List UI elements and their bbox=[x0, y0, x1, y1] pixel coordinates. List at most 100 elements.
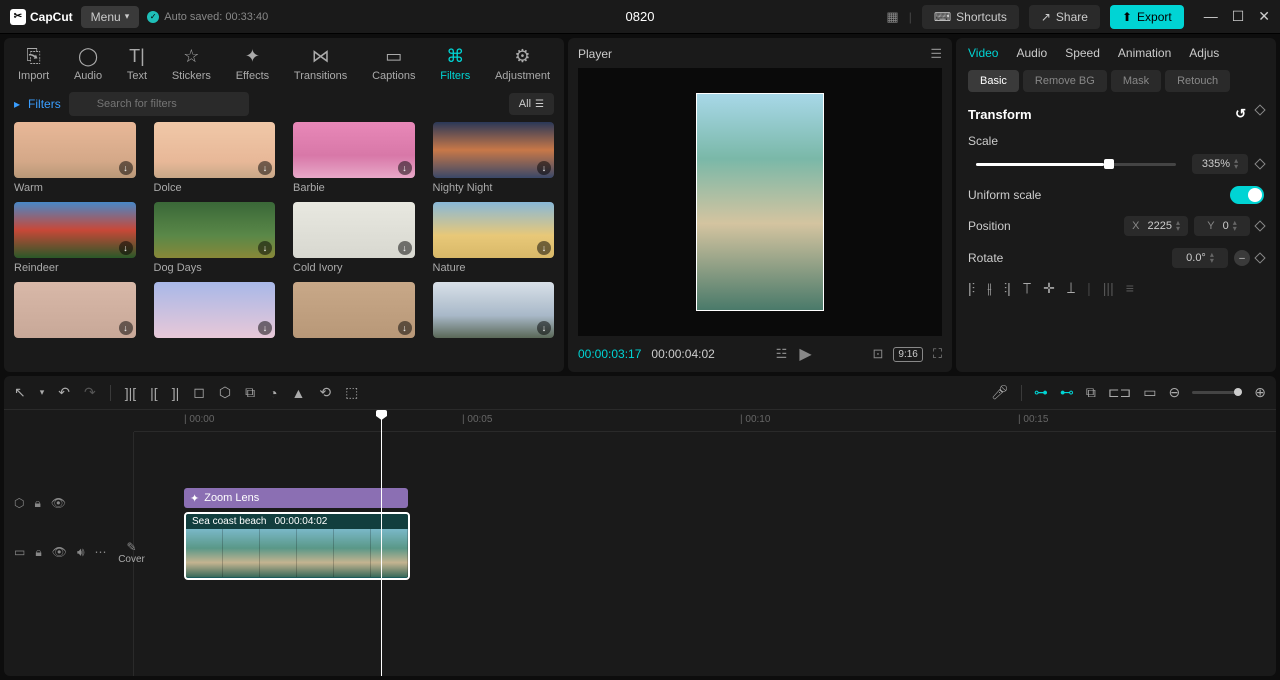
position-y[interactable]: Y0▴▾ bbox=[1194, 216, 1250, 236]
align-top-icon[interactable]: ⟙ bbox=[1023, 280, 1031, 297]
trim-right-icon[interactable]: ]| bbox=[172, 385, 180, 401]
all-filters-button[interactable]: All ☰ bbox=[509, 93, 554, 115]
tab-effects[interactable]: ✦Effects bbox=[232, 46, 273, 82]
download-icon[interactable]: ↓ bbox=[119, 321, 133, 335]
playhead-handle[interactable] bbox=[381, 410, 382, 432]
uniform-scale-toggle[interactable] bbox=[1230, 186, 1264, 204]
distribute-v-icon[interactable]: ≡ bbox=[1126, 280, 1134, 297]
trim-left-icon[interactable]: |[ bbox=[150, 385, 158, 401]
filter-item[interactable]: ↓Cold Ivory bbox=[293, 202, 415, 274]
prop-tab-animation[interactable]: Animation bbox=[1118, 46, 1171, 60]
position-keyframe[interactable] bbox=[1254, 220, 1265, 231]
tab-text[interactable]: T|Text bbox=[123, 46, 151, 82]
speed-icon[interactable]: ◔ bbox=[269, 385, 277, 401]
list-icon[interactable]: ☳ bbox=[776, 346, 788, 362]
filter-item[interactable]: ↓Dog Days bbox=[154, 202, 276, 274]
crop-icon[interactable]: ◻ bbox=[193, 384, 205, 401]
prop-tab-video[interactable]: Video bbox=[968, 46, 998, 60]
layout-icon[interactable]: ▦ bbox=[886, 9, 898, 25]
filter-item[interactable]: ↓ bbox=[293, 282, 415, 338]
align-center-v-icon[interactable]: ✛ bbox=[1043, 280, 1055, 297]
playhead-line[interactable] bbox=[381, 432, 382, 676]
tab-import[interactable]: ⎘Import bbox=[14, 46, 53, 82]
video-clip[interactable]: Sea coast beach 00:00:04:02 bbox=[184, 512, 410, 580]
download-icon[interactable]: ↓ bbox=[537, 161, 551, 175]
zoom-slider[interactable] bbox=[1192, 391, 1242, 394]
share-button[interactable]: ↗ Share bbox=[1029, 5, 1100, 29]
filter-item[interactable]: ↓Nature bbox=[433, 202, 555, 274]
zoom-out-icon[interactable]: ⊖ bbox=[1169, 384, 1181, 401]
sub-tab-basic[interactable]: Basic bbox=[968, 70, 1019, 92]
tab-stickers[interactable]: ☆Stickers bbox=[168, 46, 215, 82]
maximize-button[interactable]: ☐ bbox=[1232, 8, 1245, 25]
video-eye-icon[interactable]: 👁︎ bbox=[52, 545, 67, 559]
zoom-in-icon[interactable]: ⊕ bbox=[1254, 384, 1266, 401]
undo-button[interactable]: ↶ bbox=[58, 384, 70, 401]
fullscreen-icon[interactable]: ⛶ bbox=[933, 346, 942, 362]
player-menu-icon[interactable]: ☰ bbox=[930, 46, 942, 62]
tab-transitions[interactable]: ⋈Transitions bbox=[290, 46, 351, 82]
download-icon[interactable]: ↓ bbox=[398, 321, 412, 335]
tab-adjustment[interactable]: ⚙Adjustment bbox=[491, 46, 554, 82]
tab-captions[interactable]: ▭Captions bbox=[368, 46, 419, 82]
crop-tool-icon[interactable]: ⬚ bbox=[345, 384, 358, 401]
sub-tab-remove-bg[interactable]: Remove BG bbox=[1023, 70, 1107, 92]
sub-tab-mask[interactable]: Mask bbox=[1111, 70, 1161, 92]
split-icon[interactable]: ]|[ bbox=[125, 385, 136, 401]
pointer-dropdown[interactable]: ▾ bbox=[40, 387, 45, 398]
mask-icon[interactable]: ⬡ bbox=[219, 384, 231, 401]
keyframe-icon[interactable] bbox=[1254, 104, 1265, 115]
download-icon[interactable]: ↓ bbox=[398, 241, 412, 255]
filter-item[interactable]: ↓Nighty Night bbox=[433, 122, 555, 194]
distribute-h-icon[interactable]: ||| bbox=[1103, 280, 1114, 297]
tab-audio[interactable]: ◯Audio bbox=[70, 46, 106, 82]
preview-area[interactable] bbox=[578, 68, 942, 336]
download-icon[interactable]: ↓ bbox=[258, 321, 272, 335]
download-icon[interactable]: ↓ bbox=[537, 241, 551, 255]
snap-icon[interactable]: ⊷ bbox=[1060, 384, 1074, 401]
filter-item[interactable]: ↓ bbox=[14, 282, 136, 338]
track-icon[interactable]: ⊏⊐ bbox=[1108, 384, 1131, 401]
filter-item[interactable]: ↓ bbox=[154, 282, 276, 338]
prop-tab-speed[interactable]: Speed bbox=[1065, 46, 1100, 60]
tab-filters[interactable]: ⌘Filters bbox=[436, 46, 474, 82]
scale-value[interactable]: 335%▴▾ bbox=[1192, 154, 1248, 174]
prop-tab-adjus[interactable]: Adjus bbox=[1189, 46, 1219, 60]
aspect-ratio[interactable]: 9:16 bbox=[893, 347, 922, 362]
link-icon[interactable]: ⧉ bbox=[1086, 384, 1096, 401]
video-more-icon[interactable]: ⋯ bbox=[95, 545, 107, 559]
rotate-tool-icon[interactable]: ⟲ bbox=[319, 384, 331, 401]
effect-lock2-icon[interactable]: 🔒︎ bbox=[34, 496, 40, 511]
magnet-icon[interactable]: ⊶ bbox=[1034, 384, 1048, 401]
play-button[interactable]: ▶ bbox=[799, 344, 811, 364]
download-icon[interactable]: ↓ bbox=[398, 161, 412, 175]
align-bottom-icon[interactable]: ⟘ bbox=[1067, 280, 1075, 297]
download-icon[interactable]: ↓ bbox=[258, 161, 272, 175]
export-button[interactable]: ⬆ Export bbox=[1110, 5, 1184, 29]
rotate-keyframe[interactable] bbox=[1254, 252, 1265, 263]
scale-slider[interactable] bbox=[976, 163, 1176, 166]
filter-item[interactable]: ↓Barbie bbox=[293, 122, 415, 194]
scale-keyframe[interactable] bbox=[1254, 158, 1265, 169]
reset-icon[interactable]: ↺ bbox=[1235, 106, 1246, 122]
sub-tab-retouch[interactable]: Retouch bbox=[1165, 70, 1230, 92]
preview-icon[interactable]: ▭ bbox=[1143, 384, 1156, 401]
close-button[interactable]: ✕ bbox=[1258, 8, 1270, 25]
filter-item[interactable]: ↓Dolce bbox=[154, 122, 276, 194]
focus-icon[interactable]: ⊡ bbox=[873, 346, 884, 362]
filter-item[interactable]: ↓Warm bbox=[14, 122, 136, 194]
minimize-button[interactable]: — bbox=[1204, 8, 1218, 25]
copy-icon[interactable]: ⧉ bbox=[245, 384, 255, 401]
download-icon[interactable]: ↓ bbox=[119, 161, 133, 175]
filter-item[interactable]: ↓Reindeer bbox=[14, 202, 136, 274]
effect-clip[interactable]: ✦ Zoom Lens bbox=[184, 488, 408, 508]
mirror-icon[interactable]: ▲ bbox=[292, 385, 306, 401]
video-track-icon[interactable]: ▭ bbox=[14, 545, 25, 559]
position-x[interactable]: X2225▴▾ bbox=[1124, 216, 1188, 236]
prop-tab-audio[interactable]: Audio bbox=[1016, 46, 1047, 60]
rotate-value[interactable]: 0.0°▴▾ bbox=[1172, 248, 1228, 268]
download-icon[interactable]: ↓ bbox=[119, 241, 133, 255]
rotate-dial[interactable]: – bbox=[1234, 250, 1250, 266]
effect-eye-icon[interactable]: 👁︎ bbox=[51, 496, 66, 510]
mic-icon[interactable]: 🎤︎ bbox=[991, 384, 1009, 401]
